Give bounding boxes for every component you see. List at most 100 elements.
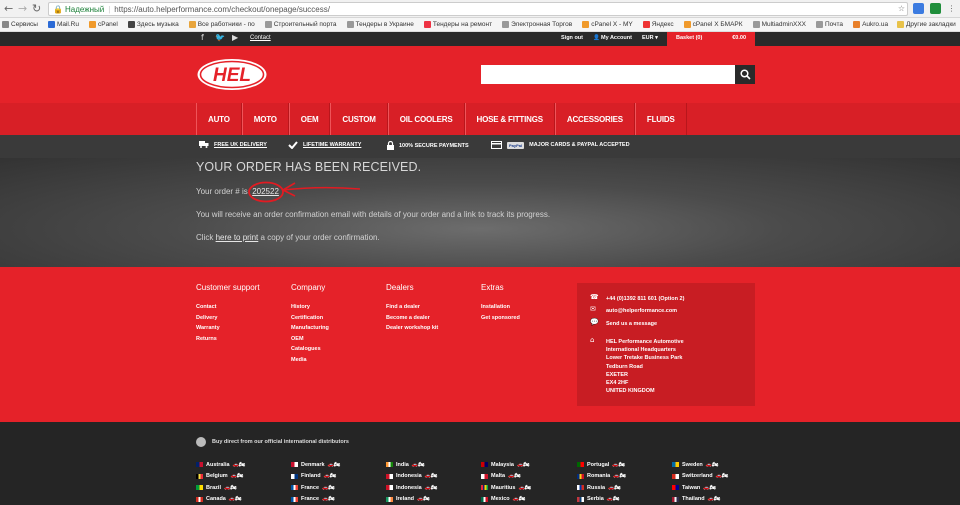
- distributor-item[interactable]: Malta 🚗🏍: [481, 471, 538, 483]
- bookmark-item[interactable]: cPanel: [88, 21, 118, 28]
- distributor-item[interactable]: Indonesia 🚗🏍: [386, 471, 437, 483]
- distributor-item[interactable]: Finland 🚗🏍: [291, 471, 340, 483]
- nav-item-custom[interactable]: CUSTOM: [330, 103, 388, 135]
- usp-delivery[interactable]: FREE UK DELIVERY: [199, 141, 267, 148]
- search-input[interactable]: [481, 65, 735, 84]
- nav-item-moto[interactable]: MOTO: [241, 103, 289, 135]
- distributor-item[interactable]: India 🚗🏍: [386, 459, 437, 471]
- footer-link[interactable]: OEM: [291, 334, 329, 345]
- bookmark-item[interactable]: Яндекс: [642, 21, 674, 28]
- distributor-item[interactable]: Portugal 🚗🏍: [577, 459, 629, 471]
- distributor-item[interactable]: Ireland 🚗🏍: [386, 494, 437, 505]
- footer-link[interactable]: Media: [291, 355, 329, 366]
- nav-item-auto[interactable]: AUTO: [196, 103, 242, 135]
- distributor-item[interactable]: Mauritius 🚗🏍: [481, 482, 538, 494]
- print-link[interactable]: here to print: [216, 233, 259, 242]
- currency-select[interactable]: EUR ▾: [642, 35, 658, 41]
- bookmark-item[interactable]: Сервисы: [2, 21, 38, 28]
- menu-icon[interactable]: ⋮: [946, 3, 957, 14]
- address-line: HEL Performance Automotive: [606, 339, 684, 345]
- flag-icon: [672, 496, 679, 502]
- vehicle-icon: 🚗🏍: [322, 496, 335, 503]
- footer-link[interactable]: Warranty: [196, 323, 260, 334]
- footer-link[interactable]: History: [291, 302, 329, 313]
- distributor-item[interactable]: France 🚗🏍: [291, 494, 340, 505]
- bookmark-item[interactable]: Aukro.ua: [853, 21, 888, 28]
- distributor-item[interactable]: Switzerland 🚗🏍: [672, 471, 728, 483]
- other-bookmarks[interactable]: Другие закладки: [897, 21, 956, 28]
- bookmark-item[interactable]: Тендеры в Украине: [346, 21, 414, 28]
- vehicle-icon: 🚗🏍: [612, 461, 625, 468]
- distributor-item[interactable]: Sweden 🚗🏍: [672, 459, 728, 471]
- bookmark-item[interactable]: Все работники - по: [188, 21, 255, 28]
- bookmark-item[interactable]: Строительный порта: [264, 21, 337, 28]
- bookmark-item[interactable]: Здесь музыка: [127, 21, 179, 28]
- contact-email[interactable]: auto@helperformance.com: [606, 307, 677, 315]
- secure-indicator[interactable]: 🔒 Надежный: [53, 5, 104, 14]
- footer-column: Dealers Find a dealer Become a dealer Deale…: [386, 283, 438, 334]
- footer-link[interactable]: Find a dealer: [386, 302, 438, 313]
- footer-link[interactable]: Delivery: [196, 313, 260, 324]
- bookmark-item[interactable]: Электронная Торгов: [502, 21, 572, 28]
- twitter-icon[interactable]: 🐦: [215, 33, 225, 42]
- footer-link[interactable]: Returns: [196, 334, 260, 345]
- footer-link[interactable]: Certification: [291, 313, 329, 324]
- distributor-item[interactable]: Taiwan 🚗🏍: [672, 482, 728, 494]
- distributor-item[interactable]: France 🚗🏍: [291, 482, 340, 494]
- vehicle-icon: 🚗🏍: [424, 473, 438, 480]
- my-account-link[interactable]: My Account: [601, 35, 632, 41]
- footer-link[interactable]: Installation: [481, 302, 520, 313]
- distributor-item[interactable]: Belgium 🚗🏍: [196, 471, 245, 483]
- star-icon[interactable]: ☆: [896, 3, 907, 14]
- footer-link[interactable]: Contact: [196, 302, 260, 313]
- flag-icon: [577, 485, 584, 491]
- forward-icon[interactable]: →: [18, 2, 27, 16]
- distributor-item[interactable]: Denmark 🚗🏍: [291, 459, 340, 471]
- distributor-item[interactable]: Indonesia 🚗🏍: [386, 482, 437, 494]
- bookmark-item[interactable]: cPanel X БМАРК: [683, 21, 743, 28]
- search-button[interactable]: [735, 65, 755, 84]
- footer-link[interactable]: Dealer workshop kit: [386, 323, 438, 334]
- distributor-item[interactable]: Russia 🚗🏍: [577, 482, 629, 494]
- bookmark-item[interactable]: Mail.Ru: [47, 21, 79, 28]
- address-bar[interactable]: 🔒 Надежный | https://auto.helperformance.…: [48, 2, 908, 16]
- distributor-item[interactable]: Malaysia 🚗🏍: [481, 459, 538, 471]
- address-line: UNITED KINGDOM: [606, 388, 655, 395]
- facebook-icon[interactable]: f: [201, 33, 204, 42]
- hel-logo[interactable]: HEL: [196, 58, 268, 91]
- contact-phone[interactable]: +44 (0)1392 811 601 (Option 2): [606, 295, 684, 303]
- nav-item-hose-fittings[interactable]: HOSE & FITTINGS: [464, 103, 555, 135]
- footer-link[interactable]: Catalogues: [291, 344, 329, 355]
- nav-item-fluids[interactable]: FLUIDS: [634, 103, 687, 135]
- distributor-item[interactable]: Romania 🚗🏍: [577, 471, 629, 483]
- usp-warranty[interactable]: LIFETIME WARRANTY: [288, 141, 361, 149]
- footer-link[interactable]: Get sponsored: [481, 313, 520, 324]
- bookmark-item[interactable]: Тендеры на ремонт: [423, 21, 492, 28]
- distributor-item[interactable]: Brazil 🚗🏍: [196, 482, 245, 494]
- youtube-icon[interactable]: ▶: [232, 33, 238, 42]
- extension-icon[interactable]: [913, 3, 924, 14]
- shield-icon[interactable]: [930, 3, 941, 14]
- bookmark-item[interactable]: cPanel X - MY: [582, 21, 633, 28]
- back-icon[interactable]: ←: [4, 2, 13, 16]
- distributor-item[interactable]: Serbia 🚗🏍: [577, 494, 629, 505]
- bookmark-icon: [582, 21, 590, 28]
- nav-item-oil-coolers[interactable]: OIL COOLERS: [387, 103, 465, 135]
- nav-item-oem[interactable]: OEM: [288, 103, 331, 135]
- distributor-item[interactable]: Canada 🚗🏍: [196, 494, 245, 505]
- main-nav-items: AUTO MOTO OEM CUSTOM OIL COOLERS HOSE & FITTI…: [196, 103, 687, 135]
- distributor-item[interactable]: Mexico 🚗🏍: [481, 494, 538, 505]
- nav-item-accessories[interactable]: ACCESSORIES: [554, 103, 635, 135]
- footer-link[interactable]: Manufacturing: [291, 323, 329, 334]
- contact-link[interactable]: Contact: [250, 35, 271, 41]
- footer-link[interactable]: Become a dealer: [386, 313, 438, 324]
- bookmark-item[interactable]: MultiadminXXX: [752, 21, 806, 28]
- send-message-link[interactable]: Send us a message: [606, 320, 657, 328]
- distributor-item[interactable]: Thailand 🚗🏍: [672, 494, 728, 505]
- basket-button[interactable]: Basket (0) €0.00: [667, 32, 755, 46]
- url-text[interactable]: https://auto.helperformance.com/checkout…: [114, 5, 330, 14]
- distributor-item[interactable]: Australia 🚗🏍: [196, 459, 245, 471]
- sign-out-link[interactable]: Sign out: [561, 35, 583, 41]
- bookmark-item[interactable]: Почта: [816, 21, 843, 28]
- reload-icon[interactable]: ↻: [32, 2, 41, 16]
